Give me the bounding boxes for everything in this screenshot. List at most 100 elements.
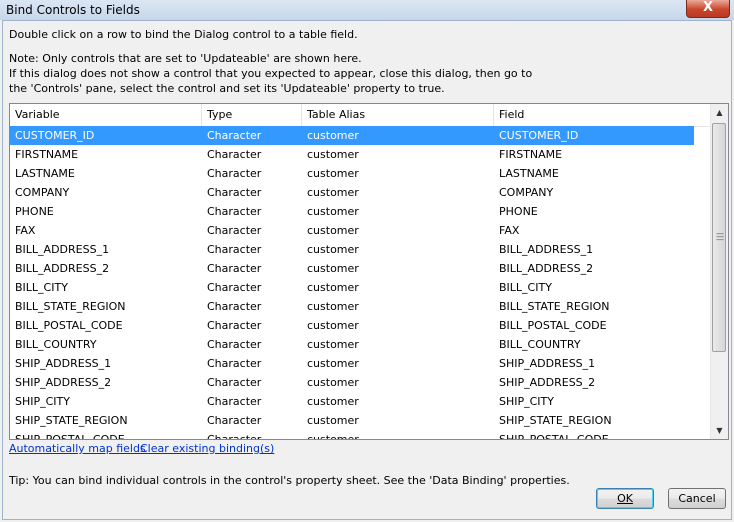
vertical-scrollbar[interactable]: ▲ — — — ▼ bbox=[710, 104, 728, 439]
list-rows: CUSTOMER_ID Character customer CUSTOMER_ID F… bbox=[10, 126, 712, 440]
type-cell: Character bbox=[207, 148, 262, 161]
table-alias-cell: customer bbox=[307, 186, 359, 199]
title-bar[interactable]: Bind Controls to Fields X bbox=[0, 0, 734, 20]
type-cell: Character bbox=[207, 414, 262, 427]
note-text-3: the 'Controls' pane, select the control … bbox=[9, 82, 445, 95]
field-cell: SHIP_ADDRESS_2 bbox=[499, 376, 596, 389]
clear-bindings-link[interactable]: Clear existing binding(s) bbox=[140, 442, 274, 455]
scroll-up-button[interactable]: ▲ bbox=[711, 104, 728, 121]
grip-icon: — — — bbox=[716, 229, 724, 244]
table-row[interactable]: BILL_STATE_REGION Character customer BILL_S… bbox=[10, 297, 712, 316]
table-row[interactable]: CUSTOMER_ID Character customer CUSTOMER_ID bbox=[10, 126, 712, 145]
variable-cell: BILL_POSTAL_CODE bbox=[15, 319, 123, 332]
bindings-list[interactable]: Variable Type Table Alias Field CUSTOMER… bbox=[9, 103, 729, 440]
variable-cell: FIRSTNAME bbox=[15, 148, 79, 161]
type-cell: Character bbox=[207, 205, 262, 218]
list-header: Variable Type Table Alias Field bbox=[10, 104, 712, 127]
field-cell: BILL_ADDRESS_2 bbox=[499, 262, 594, 275]
cancel-button[interactable]: Cancel bbox=[668, 488, 726, 509]
table-row[interactable]: SHIP_STATE_REGION Character customer SHIP_S… bbox=[10, 411, 712, 430]
table-row[interactable]: FAX Character customer FAX bbox=[10, 221, 712, 240]
field-cell: BILL_COUNTRY bbox=[499, 338, 581, 351]
field-cell: FIRSTNAME bbox=[499, 148, 563, 161]
scroll-thumb[interactable]: — — — bbox=[712, 123, 726, 352]
variable-cell: CUSTOMER_ID bbox=[15, 129, 95, 142]
field-cell: SHIP_POSTAL_CODE bbox=[499, 433, 609, 440]
type-cell: Character bbox=[207, 433, 262, 440]
table-row[interactable]: SHIP_ADDRESS_2 Character customer SHIP_ADDR… bbox=[10, 373, 712, 392]
table-alias-cell: customer bbox=[307, 262, 359, 275]
type-cell: Character bbox=[207, 357, 262, 370]
column-header-type[interactable]: Type bbox=[202, 104, 302, 126]
type-cell: Character bbox=[207, 262, 262, 275]
table-alias-cell: customer bbox=[307, 338, 359, 351]
type-cell: Character bbox=[207, 129, 262, 142]
field-cell: BILL_STATE_REGION bbox=[499, 300, 610, 313]
close-button[interactable]: X bbox=[686, 0, 730, 18]
variable-cell: SHIP_CITY bbox=[15, 395, 70, 408]
variable-cell: SHIP_ADDRESS_2 bbox=[15, 376, 112, 389]
field-cell: PHONE bbox=[499, 205, 538, 218]
note-text: Note: Only controls that are set to 'Upd… bbox=[9, 52, 362, 65]
field-cell: SHIP_CITY bbox=[499, 395, 554, 408]
variable-cell: LASTNAME bbox=[15, 167, 75, 180]
variable-cell: SHIP_POSTAL_CODE bbox=[15, 433, 125, 440]
instruction-text: Double click on a row to bind the Dialog… bbox=[9, 28, 358, 41]
column-header-table-alias[interactable]: Table Alias bbox=[302, 104, 494, 126]
table-alias-cell: customer bbox=[307, 319, 359, 332]
table-row[interactable]: BILL_COUNTRY Character customer BILL_COUNTR… bbox=[10, 335, 712, 354]
ok-button[interactable]: OK bbox=[596, 488, 654, 509]
table-alias-cell: customer bbox=[307, 148, 359, 161]
field-cell: LASTNAME bbox=[499, 167, 559, 180]
variable-cell: BILL_ADDRESS_2 bbox=[15, 262, 110, 275]
field-cell: CUSTOMER_ID bbox=[499, 129, 579, 142]
table-row[interactable]: SHIP_POSTAL_CODE Character customer SHIP_PO… bbox=[10, 430, 712, 440]
table-row[interactable]: BILL_CITY Character customer BILL_CITY bbox=[10, 278, 712, 297]
table-alias-cell: customer bbox=[307, 167, 359, 180]
table-alias-cell: customer bbox=[307, 376, 359, 389]
note-text-2: If this dialog does not show a control t… bbox=[9, 67, 533, 80]
variable-cell: FAX bbox=[15, 224, 36, 237]
table-alias-cell: customer bbox=[307, 205, 359, 218]
table-row[interactable]: COMPANY Character customer COMPANY bbox=[10, 183, 712, 202]
table-row[interactable]: PHONE Character customer PHONE bbox=[10, 202, 712, 221]
table-row[interactable]: SHIP_CITY Character customer SHIP_CITY bbox=[10, 392, 712, 411]
field-cell: COMPANY bbox=[499, 186, 554, 199]
column-header-field[interactable]: Field bbox=[494, 104, 712, 126]
variable-cell: PHONE bbox=[15, 205, 54, 218]
type-cell: Character bbox=[207, 338, 262, 351]
variable-cell: SHIP_ADDRESS_1 bbox=[15, 357, 112, 370]
table-row[interactable]: SHIP_ADDRESS_1 Character customer SHIP_ADDR… bbox=[10, 354, 712, 373]
table-row[interactable]: BILL_ADDRESS_2 Character customer BILL_ADDR… bbox=[10, 259, 712, 278]
field-cell: FAX bbox=[499, 224, 520, 237]
type-cell: Character bbox=[207, 376, 262, 389]
table-row[interactable]: BILL_ADDRESS_1 Character customer BILL_ADDR… bbox=[10, 240, 712, 259]
table-row[interactable]: BILL_POSTAL_CODE Character customer BILL_PO… bbox=[10, 316, 712, 335]
type-cell: Character bbox=[207, 281, 262, 294]
field-cell: BILL_CITY bbox=[499, 281, 552, 294]
table-alias-cell: customer bbox=[307, 357, 359, 370]
table-alias-cell: customer bbox=[307, 129, 359, 142]
window-title: Bind Controls to Fields bbox=[6, 3, 140, 17]
table-row[interactable]: LASTNAME Character customer LASTNAME bbox=[10, 164, 712, 183]
variable-cell: BILL_CITY bbox=[15, 281, 68, 294]
field-cell: BILL_ADDRESS_1 bbox=[499, 243, 594, 256]
field-cell: SHIP_STATE_REGION bbox=[499, 414, 612, 427]
cancel-button-label: Cancel bbox=[678, 492, 716, 505]
type-cell: Character bbox=[207, 300, 262, 313]
table-row[interactable]: FIRSTNAME Character customer FIRSTNAME bbox=[10, 145, 712, 164]
table-alias-cell: customer bbox=[307, 414, 359, 427]
type-cell: Character bbox=[207, 167, 262, 180]
tip-text: Tip: You can bind individual controls in… bbox=[9, 474, 570, 487]
column-header-variable[interactable]: Variable bbox=[10, 104, 202, 126]
close-icon: X bbox=[702, 0, 714, 15]
variable-cell: SHIP_STATE_REGION bbox=[15, 414, 128, 427]
type-cell: Character bbox=[207, 186, 262, 199]
auto-map-link[interactable]: Automatically map fields bbox=[9, 442, 146, 455]
variable-cell: COMPANY bbox=[15, 186, 70, 199]
scroll-down-button[interactable]: ▼ bbox=[711, 422, 728, 439]
type-cell: Character bbox=[207, 224, 262, 237]
table-alias-cell: customer bbox=[307, 395, 359, 408]
variable-cell: BILL_ADDRESS_1 bbox=[15, 243, 110, 256]
type-cell: Character bbox=[207, 319, 262, 332]
